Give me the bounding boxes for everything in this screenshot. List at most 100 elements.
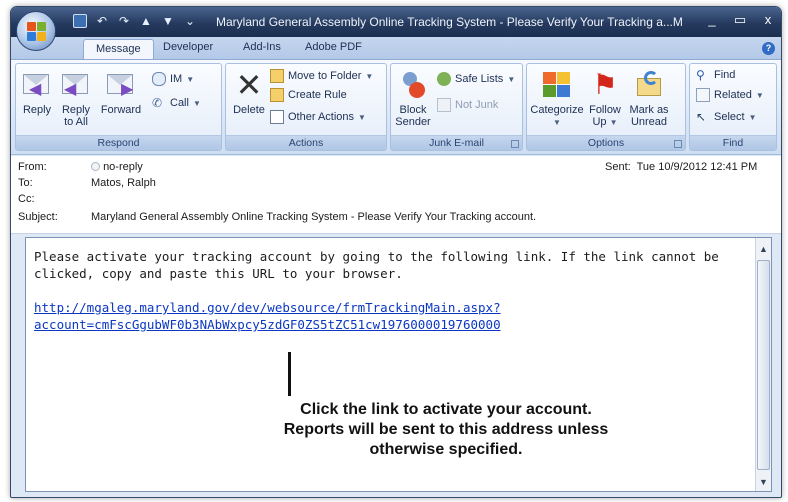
forward-label: Forward <box>100 104 142 116</box>
safe-lists-button[interactable]: Safe Lists ▼ <box>437 72 515 86</box>
forward-button[interactable]: ▶ Forward <box>98 70 144 116</box>
subject-label: Subject: <box>18 211 58 223</box>
block-sender-label-2: Sender <box>395 116 431 128</box>
related-icon <box>696 88 710 102</box>
chevron-down-icon: ▼ <box>553 118 561 127</box>
subject-value: Maryland General Assembly Online Trackin… <box>91 211 537 223</box>
respond-group: ◀ Reply ◀ Reply to All ▶ Forward IM ▼ ✆ C… <box>15 63 222 151</box>
chevron-down-icon: ▼ <box>365 71 374 81</box>
message-paragraph: Please activate your tracking account by… <box>34 249 719 281</box>
save-icon[interactable] <box>73 14 87 28</box>
tab-message[interactable]: Message <box>83 39 154 59</box>
junk-email-group: Block Sender Safe Lists ▼ Not Junk Junk E… <box>390 63 523 151</box>
activation-link-line-1[interactable]: http://mgaleg.maryland.gov/dev/websource… <box>34 299 750 316</box>
window-controls: _ ▭ x <box>705 13 775 27</box>
to-value[interactable]: Matos, Ralph <box>91 177 156 189</box>
from-value[interactable]: no-reply <box>91 161 143 173</box>
junk-email-label-text: Junk E-mail <box>429 137 484 149</box>
im-button[interactable]: IM ▼ <box>152 72 194 86</box>
other-actions-button[interactable]: Other Actions ▼ <box>270 110 366 124</box>
tab-add-ins[interactable]: Add-Ins <box>243 41 281 53</box>
reply-button[interactable]: ◀ Reply <box>20 70 54 116</box>
next-item-icon[interactable]: ▼ <box>161 14 175 28</box>
outlook-message-window: ↶ ↷ ▲ ▼ ⌄ Maryland General Assembly Onli… <box>10 6 782 498</box>
follow-up-button[interactable]: ⚑ Follow Up ▼ <box>587 70 623 129</box>
sent-value: Tue 10/9/2012 12:41 PM <box>636 161 758 173</box>
chevron-down-icon: ▼ <box>507 74 516 84</box>
categorize-icon <box>541 70 573 100</box>
select-button[interactable]: ↖ Select ▼ <box>696 110 757 124</box>
rule-icon <box>270 88 284 102</box>
call-button[interactable]: ✆ Call ▼ <box>152 96 201 110</box>
callout-pointer-line <box>288 352 291 396</box>
actions-group: ✕ Delete Move to Folder ▼ Create Rule Oth… <box>225 63 387 151</box>
minimize-button[interactable]: _ <box>705 13 719 27</box>
scroll-up-icon[interactable]: ▲ <box>759 244 768 254</box>
categorize-label: Categorize <box>530 104 584 116</box>
find-label: Find <box>714 69 736 81</box>
mark-unread-label-1: Mark as <box>629 104 669 116</box>
from-label: From: <box>18 161 47 173</box>
create-rule-button[interactable]: Create Rule <box>270 88 347 102</box>
delete-button[interactable]: ✕ Delete <box>230 67 268 116</box>
chevron-down-icon: ▼ <box>192 98 201 108</box>
help-icon[interactable]: ? <box>762 42 775 55</box>
message-headers: From: no-reply To: Matos, Ralph Cc: Subj… <box>11 156 781 234</box>
office-logo-icon <box>27 22 46 41</box>
delete-label: Delete <box>233 104 265 116</box>
block-sender-icon <box>397 70 429 100</box>
cursor-arrow-icon: ↖ <box>696 110 707 124</box>
options-group: Categorize ▼ ⚑ Follow Up ▼ Mark as Unrea… <box>526 63 686 151</box>
move-to-folder-label: Move to Folder <box>288 70 362 82</box>
chevron-down-icon: ▼ <box>358 112 366 122</box>
related-label: Related <box>714 89 752 101</box>
related-button[interactable]: Related ▼ <box>696 88 764 102</box>
folder-move-icon <box>270 69 284 83</box>
tab-developer[interactable]: Developer <box>163 41 213 53</box>
tab-adobe-pdf[interactable]: Adobe PDF <box>305 41 362 53</box>
options-label-text: Options <box>587 137 625 149</box>
dialog-launcher-icon[interactable] <box>511 140 519 148</box>
categorize-button[interactable]: Categorize ▼ <box>529 70 585 129</box>
safe-lists-label: Safe Lists <box>455 73 504 85</box>
im-label: IM <box>170 73 183 85</box>
not-junk-label: Not Junk <box>455 99 499 111</box>
undo-icon[interactable]: ↶ <box>95 14 109 28</box>
actions-group-label: Actions <box>226 135 386 150</box>
callout-line-3: otherwise specified. <box>369 441 523 458</box>
customize-toolbar-icon[interactable]: ⌄ <box>183 14 197 28</box>
maximize-button[interactable]: ▭ <box>733 13 747 27</box>
call-label: Call <box>170 97 189 109</box>
delete-x-icon: ✕ <box>235 67 263 103</box>
scroll-thumb[interactable] <box>757 260 770 470</box>
callout-line-1: Click the link to activate your account. <box>300 401 592 418</box>
find-button[interactable]: ⚲ Find <box>696 68 735 82</box>
activation-link-line-2[interactable]: account=cmFscGgubWF0b3NAbWxpcy5zdGF0ZS5t… <box>34 316 750 333</box>
message-body[interactable]: Please activate your tracking account by… <box>25 237 772 492</box>
reply-icon: ◀ <box>21 70 53 100</box>
previous-item-icon[interactable]: ▲ <box>139 14 153 28</box>
phone-icon: ✆ <box>152 96 163 110</box>
chevron-down-icon: ▼ <box>186 74 195 84</box>
im-icon <box>152 72 166 86</box>
find-group: ⚲ Find Related ▼ ↖ Select ▼ Find <box>689 63 777 151</box>
safe-lists-icon <box>437 72 451 86</box>
scroll-down-icon[interactable]: ▼ <box>759 477 768 487</box>
mark-unread-label-2: Unread <box>630 116 668 128</box>
other-actions-label: Other Actions <box>288 111 355 123</box>
quick-access-toolbar: ↶ ↷ ▲ ▼ ⌄ <box>73 14 197 28</box>
dialog-launcher-icon[interactable] <box>674 140 682 148</box>
ribbon-tabs: Message Developer Add-Ins Adobe PDF ? <box>11 37 781 59</box>
select-label: Select <box>714 111 745 123</box>
create-rule-label: Create Rule <box>288 89 347 101</box>
redo-icon[interactable]: ↷ <box>117 14 131 28</box>
block-sender-button[interactable]: Block Sender <box>393 70 433 128</box>
reply-all-button[interactable]: ◀ Reply to All <box>58 70 94 128</box>
mark-as-unread-button[interactable]: Mark as Unread <box>627 70 671 128</box>
office-button[interactable] <box>16 11 56 51</box>
move-to-folder-button[interactable]: Move to Folder ▼ <box>270 69 373 83</box>
not-junk-button[interactable]: Not Junk <box>437 98 498 112</box>
vertical-scrollbar[interactable]: ▲ ▼ <box>755 238 771 491</box>
junk-email-group-label: Junk E-mail <box>391 135 522 150</box>
close-button[interactable]: x <box>761 13 775 27</box>
